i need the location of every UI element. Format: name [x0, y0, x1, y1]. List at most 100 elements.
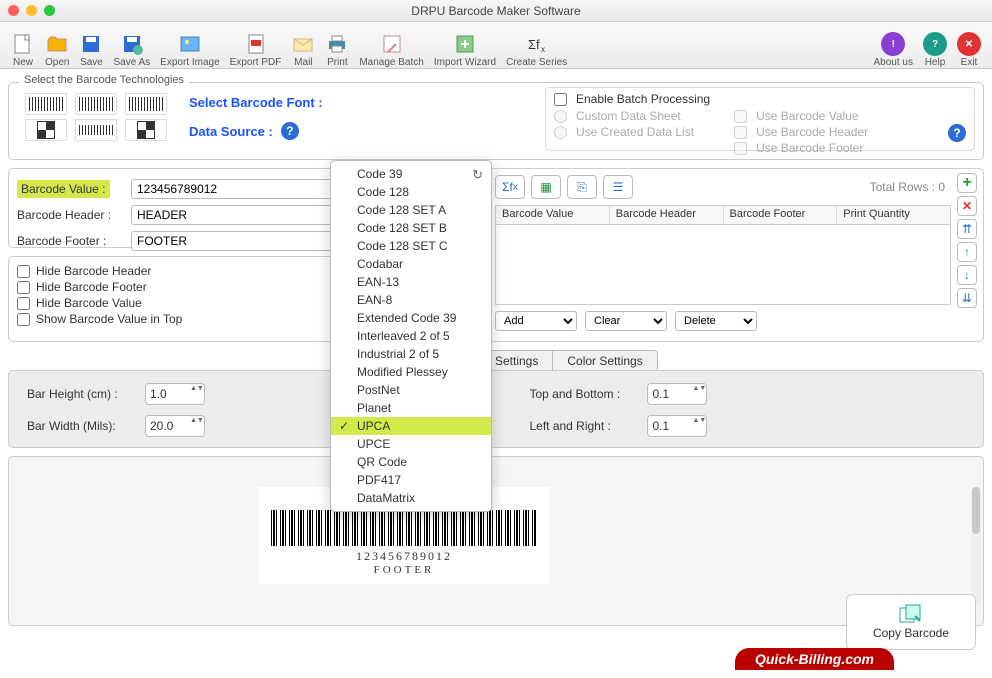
hide-header-checkbox[interactable] — [17, 265, 30, 278]
dropdown-item[interactable]: DataMatrix — [331, 489, 491, 507]
open-button[interactable]: Open — [40, 22, 74, 68]
enable-batch-checkbox[interactable] — [554, 93, 567, 106]
create-series-button[interactable]: ΣfxCreate Series — [501, 22, 572, 68]
hide-value-checkbox[interactable] — [17, 297, 30, 310]
linear-barcode-icon-2[interactable] — [75, 93, 117, 115]
linear-barcode-icon[interactable] — [25, 93, 67, 115]
titlebar: DRPU Barcode Maker Software — [0, 0, 992, 22]
table-body — [495, 225, 951, 305]
dropdown-item[interactable]: Modified Plessey — [331, 363, 491, 381]
top-bottom-stepper[interactable]: 0.1▲▼ — [647, 383, 707, 405]
copy-barcode-button[interactable]: Copy Barcode — [846, 594, 976, 650]
dropdown-item[interactable]: UPCE — [331, 435, 491, 453]
preview-bars-icon — [271, 510, 537, 546]
table-header: Barcode Value Barcode Header Barcode Foo… — [495, 205, 951, 225]
barcode-preview-panel: HEADER 123456789012 FOOTER — [8, 456, 984, 626]
move-up-button[interactable]: ↑ — [957, 242, 977, 262]
help-icon[interactable]: ? — [281, 122, 299, 140]
linear-barcode-icon-3[interactable] — [125, 93, 167, 115]
total-rows-label: Total Rows : 0 — [870, 180, 945, 194]
dropdown-item[interactable]: Code 128 SET A — [331, 201, 491, 219]
dropdown-item[interactable]: Codabar — [331, 255, 491, 273]
qr-icon[interactable] — [25, 119, 67, 141]
dropdown-item[interactable]: Code 128 — [331, 183, 491, 201]
barcode-header-label: Barcode Header : — [17, 208, 125, 222]
barcode-footer-label: Barcode Footer : — [17, 234, 125, 248]
excel-button[interactable]: ▦ — [531, 175, 561, 199]
pdf417-icon[interactable] — [75, 119, 117, 141]
delete-select[interactable]: Delete — [675, 311, 757, 331]
help-icon[interactable]: ? — [948, 124, 966, 142]
datamatrix-icon[interactable] — [125, 119, 167, 141]
window-title: DRPU Barcode Maker Software — [0, 4, 992, 18]
mail-button[interactable]: Mail — [286, 22, 320, 68]
dropdown-item[interactable]: Industrial 2 of 5 — [331, 345, 491, 363]
dropdown-item[interactable]: EAN-8 — [331, 291, 491, 309]
left-right-stepper[interactable]: 0.1▲▼ — [647, 415, 707, 437]
tech-icons — [25, 93, 167, 141]
series-button[interactable]: Σfx — [495, 175, 525, 199]
dropdown-item[interactable]: UPCA — [331, 417, 491, 435]
dropdown-item[interactable]: Planet — [331, 399, 491, 417]
hide-footer-checkbox[interactable] — [17, 281, 30, 294]
use-footer-checkbox — [734, 142, 747, 155]
dropdown-item[interactable]: PDF417 — [331, 471, 491, 489]
dropdown-item[interactable]: EAN-13 — [331, 273, 491, 291]
move-bottom-button[interactable]: ⇊ — [957, 288, 977, 308]
svg-text:x: x — [541, 45, 545, 54]
copy-icon — [898, 604, 924, 626]
dropdown-item[interactable]: Code 128 SET B — [331, 219, 491, 237]
preview-number: 123456789012 — [271, 549, 537, 564]
export-image-button[interactable]: Export Image — [155, 22, 224, 68]
dropdown-item[interactable]: QR Code — [331, 453, 491, 471]
dropdown-item[interactable]: Code 39 — [331, 165, 491, 183]
dropdown-item[interactable]: PostNet — [331, 381, 491, 399]
bar-width-label: Bar Width (Mils): — [27, 419, 137, 433]
bar-width-stepper[interactable]: 20.0▲▼ — [145, 415, 205, 437]
list-button[interactable]: ☰ — [603, 175, 633, 199]
copy-list-button[interactable]: ⎘ — [567, 175, 597, 199]
custom-sheet-radio — [554, 110, 567, 123]
help-button[interactable]: ?Help — [918, 22, 952, 68]
preview-footer: FOOTER — [271, 564, 537, 576]
use-value-checkbox — [734, 110, 747, 123]
preview-scrollbar[interactable] — [971, 487, 981, 605]
show-top-checkbox[interactable] — [17, 313, 30, 326]
general-settings-panel: Bar Height (cm) : 1.0▲▼ Bar Width (Mils):… — [8, 370, 984, 448]
dropdown-item[interactable]: Code 128 SET C — [331, 237, 491, 255]
svg-text:Σf: Σf — [528, 37, 540, 52]
brand-badge: Quick-Billing.com — [735, 648, 894, 670]
about-button[interactable]: !About us — [869, 22, 918, 68]
tab-color[interactable]: Color Settings — [553, 350, 657, 372]
data-source-label: Data Source : — [189, 124, 273, 139]
save-as-button[interactable]: Save As — [108, 22, 155, 68]
add-select[interactable]: Add — [495, 311, 577, 331]
export-pdf-button[interactable]: Export PDF — [225, 22, 287, 68]
import-wizard-button[interactable]: Import Wizard — [429, 22, 501, 68]
new-button[interactable]: New — [6, 22, 40, 68]
batch-table-group: Σfx ▦ ⎘ ☰ Total Rows : 0 Barcode Value B… — [488, 168, 984, 342]
exit-button[interactable]: ✕Exit — [952, 22, 986, 68]
select-font-label: Select Barcode Font : — [189, 95, 323, 110]
use-list-radio — [554, 126, 567, 139]
delete-row-button[interactable]: ✕ — [957, 196, 977, 216]
group-label: Select the Barcode Technologies — [19, 74, 189, 86]
bar-height-stepper[interactable]: 1.0▲▼ — [145, 383, 205, 405]
barcode-technologies-group: Select the Barcode Technologies Select B… — [8, 82, 984, 160]
use-header-checkbox — [734, 126, 747, 139]
add-row-button[interactable]: + — [957, 173, 977, 193]
left-right-label: Left and Right : — [529, 419, 639, 433]
print-button[interactable]: Print — [320, 22, 354, 68]
dropdown-item[interactable]: Extended Code 39 — [331, 309, 491, 327]
save-button[interactable]: Save — [74, 22, 108, 68]
top-bottom-label: Top and Bottom : — [529, 387, 639, 401]
barcode-font-dropdown[interactable]: ↻ Code 39Code 128Code 128 SET ACode 128 … — [330, 160, 492, 512]
manage-batch-button[interactable]: Manage Batch — [354, 22, 429, 68]
dropdown-item[interactable]: Interleaved 2 of 5 — [331, 327, 491, 345]
clear-select[interactable]: Clear — [585, 311, 667, 331]
move-down-button[interactable]: ↓ — [957, 265, 977, 285]
settings-tabs: General Settings Font Settings Color Set… — [8, 350, 984, 372]
bar-height-label: Bar Height (cm) : — [27, 387, 137, 401]
move-top-button[interactable]: ⇈ — [957, 219, 977, 239]
barcode-value-label: Barcode Value : — [17, 180, 110, 198]
